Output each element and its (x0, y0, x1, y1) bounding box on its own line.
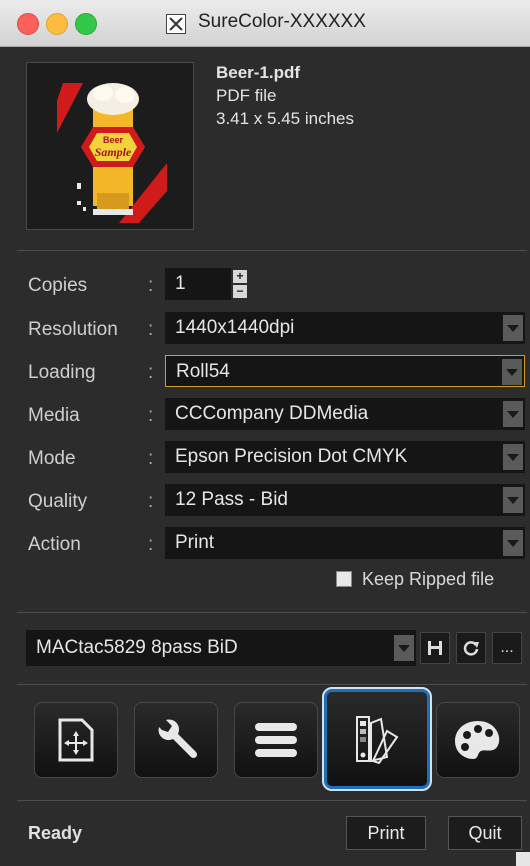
file-info: Beer-1.pdf PDF file 3.41 x 5.45 inches (216, 61, 354, 130)
file-type: PDF file (216, 86, 277, 105)
quality-colon: : (148, 491, 154, 512)
window-title: SureColor-XXXXXX (198, 11, 366, 32)
status-text: Ready (28, 823, 83, 843)
save-preset-button[interactable] (420, 632, 450, 664)
file-name: Beer-1.pdf (216, 63, 301, 82)
keep-ripped-option[interactable]: Keep Ripped file (336, 569, 494, 590)
copies-input[interactable]: 1 (165, 268, 231, 300)
action-value: Print (175, 532, 215, 553)
resolution-value: 1440x1440dpi (175, 317, 295, 338)
divider (17, 800, 527, 801)
quality-value: 12 Pass - Bid (175, 489, 288, 510)
resolution-row: Resolution : 1440x1440dpi (0, 311, 530, 347)
keep-ripped-label: Keep Ripped file (362, 569, 495, 589)
layout-tool-button[interactable] (34, 702, 118, 778)
swatch-fan-icon (356, 716, 399, 765)
keep-ripped-checkbox[interactable] (336, 571, 352, 587)
loading-label: Loading (28, 362, 96, 383)
media-value: CCCompany DDMedia (175, 403, 369, 424)
divider (17, 612, 527, 613)
loading-value: Roll54 (176, 361, 230, 382)
copies-value: 1 (175, 273, 186, 294)
action-select[interactable]: Print (165, 527, 525, 559)
mode-select[interactable]: Epson Precision Dot CMYK (165, 441, 525, 473)
loading-row: Loading : Roll54 (0, 354, 530, 390)
resolution-label: Resolution (28, 319, 118, 340)
file-size: 3.41 x 5.45 inches (216, 109, 354, 128)
list-icon (255, 723, 297, 757)
media-select[interactable]: CCCompany DDMedia (165, 398, 525, 430)
color-swatch-tool-button[interactable] (322, 687, 432, 791)
copies-label: Copies (28, 275, 88, 296)
settings-tool-button[interactable] (134, 702, 218, 778)
loading-select[interactable]: Roll54 (165, 355, 525, 387)
media-colon: : (148, 405, 154, 426)
action-label: Action (28, 534, 81, 555)
title-bar: SureColor-XXXXXX (0, 0, 530, 47)
media-row: Media : CCCompany DDMedia (0, 397, 530, 433)
chevron-down-icon[interactable] (503, 444, 523, 470)
chevron-down-icon[interactable] (503, 530, 523, 556)
print-button[interactable]: Print (346, 816, 426, 850)
resolution-select[interactable]: 1440x1440dpi (165, 312, 525, 344)
resolution-colon: : (148, 319, 154, 340)
badge-top-text: Beer (103, 135, 124, 145)
divider (17, 250, 527, 251)
minimize-button[interactable] (46, 13, 68, 35)
quality-select[interactable]: 12 Pass - Bid (165, 484, 525, 516)
media-label: Media (28, 405, 80, 426)
resize-handle[interactable] (516, 852, 530, 866)
move-page-icon (58, 718, 94, 762)
queue-tool-button[interactable] (234, 702, 318, 778)
refresh-preset-button[interactable] (456, 632, 486, 664)
quit-button[interactable]: Quit (448, 816, 522, 850)
color-palette-tool-button[interactable] (436, 702, 520, 778)
mode-colon: : (148, 448, 154, 469)
action-row: Action : Print (0, 526, 530, 562)
quality-label: Quality (28, 491, 88, 512)
mode-row: Mode : Epson Precision Dot CMYK (0, 440, 530, 476)
zoom-button[interactable] (75, 13, 97, 35)
copies-colon: : (148, 275, 154, 296)
badge-bottom-text: Sample (95, 145, 132, 159)
quality-row: Quality : 12 Pass - Bid (0, 483, 530, 519)
chevron-down-icon[interactable] (502, 359, 522, 385)
chevron-down-icon[interactable] (503, 315, 523, 341)
action-colon: : (148, 534, 154, 555)
copies-row: Copies : 1 + − (0, 267, 530, 303)
wrench-icon (158, 719, 198, 759)
chevron-down-icon[interactable] (503, 487, 523, 513)
preset-value: MACtac5829 8pass BiD (36, 637, 238, 658)
save-icon (428, 641, 442, 655)
divider (17, 684, 527, 685)
refresh-icon (463, 641, 479, 656)
mode-value: Epson Precision Dot CMYK (175, 446, 408, 467)
app-window: SureColor-XXXXXX Beer Sample Beer-1.pdf … (0, 0, 530, 866)
preset-select[interactable]: MACtac5829 8pass BiD (26, 630, 416, 666)
copies-stepper[interactable]: + − (233, 270, 247, 298)
more-preset-button[interactable]: ... (492, 632, 522, 664)
loading-colon: : (148, 362, 154, 383)
chevron-down-icon[interactable] (394, 635, 414, 661)
app-icon (166, 14, 186, 34)
decrement-icon[interactable]: − (233, 285, 247, 298)
file-thumbnail: Beer Sample (26, 62, 194, 230)
chevron-down-icon[interactable] (503, 401, 523, 427)
palette-icon (455, 721, 500, 759)
mode-label: Mode (28, 448, 76, 469)
close-button[interactable] (17, 13, 39, 35)
increment-icon[interactable]: + (233, 270, 247, 283)
